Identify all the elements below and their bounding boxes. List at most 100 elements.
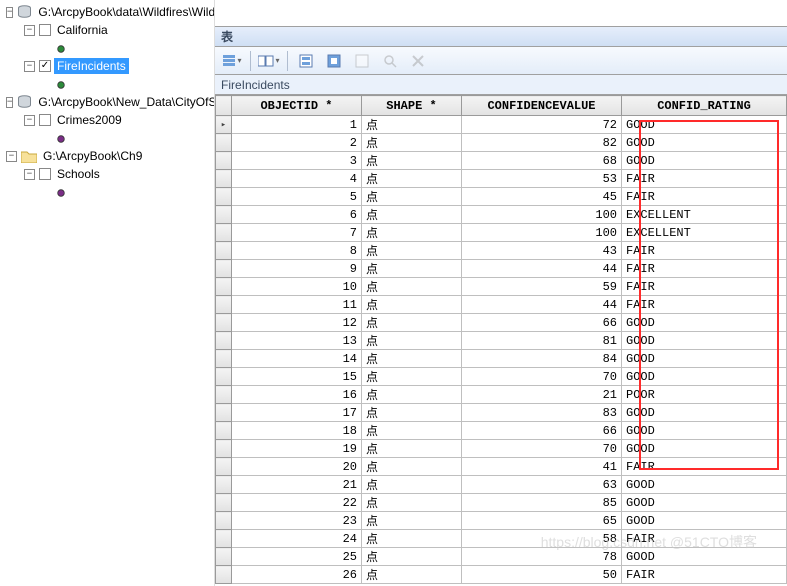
row-selector[interactable]	[216, 332, 232, 350]
cell-objectid[interactable]: 8	[232, 242, 362, 260]
cell-confid-rating[interactable]: FAIR	[622, 278, 787, 296]
cell-confidencevalue[interactable]: 81	[462, 332, 622, 350]
cell-shape[interactable]: 点	[362, 260, 462, 278]
cell-confidencevalue[interactable]: 83	[462, 404, 622, 422]
row-selector[interactable]: ▸	[216, 116, 232, 134]
cell-objectid[interactable]: 16	[232, 386, 362, 404]
cell-confidencevalue[interactable]: 84	[462, 350, 622, 368]
cell-shape[interactable]: 点	[362, 368, 462, 386]
toc-layer[interactable]: −Crimes2009	[0, 111, 214, 129]
expand-toggle[interactable]: −	[24, 61, 35, 72]
toc-layer-label[interactable]: FireIncidents	[54, 58, 129, 74]
cell-objectid[interactable]: 24	[232, 530, 362, 548]
zoom-selected-button[interactable]	[377, 50, 403, 72]
table-row[interactable]: 6点100EXCELLENT	[216, 206, 787, 224]
toc-layer-label[interactable]: Crimes2009	[54, 112, 125, 128]
cell-objectid[interactable]: 6	[232, 206, 362, 224]
cell-objectid[interactable]: 4	[232, 170, 362, 188]
row-selector-header[interactable]	[216, 96, 232, 116]
table-row[interactable]: 16点21POOR	[216, 386, 787, 404]
table-row[interactable]: 10点59FAIR	[216, 278, 787, 296]
cell-confidencevalue[interactable]: 50	[462, 566, 622, 584]
expand-toggle[interactable]: −	[6, 151, 17, 162]
cell-confid-rating[interactable]: GOOD	[622, 332, 787, 350]
related-tables-button[interactable]	[256, 50, 282, 72]
cell-objectid[interactable]: 23	[232, 512, 362, 530]
row-selector[interactable]	[216, 314, 232, 332]
cell-confidencevalue[interactable]: 41	[462, 458, 622, 476]
cell-objectid[interactable]: 7	[232, 224, 362, 242]
cell-shape[interactable]: 点	[362, 224, 462, 242]
table-row[interactable]: 24点58FAIR	[216, 530, 787, 548]
cell-confid-rating[interactable]: EXCELLENT	[622, 224, 787, 242]
cell-confidencevalue[interactable]: 44	[462, 260, 622, 278]
table-row[interactable]: 23点65GOOD	[216, 512, 787, 530]
cell-shape[interactable]: 点	[362, 530, 462, 548]
cell-confidencevalue[interactable]: 53	[462, 170, 622, 188]
toc-group[interactable]: −G:\ArcpyBook\Ch9	[0, 147, 214, 165]
cell-shape[interactable]: 点	[362, 116, 462, 134]
table-options-menu[interactable]	[219, 50, 245, 72]
expand-toggle[interactable]: −	[24, 169, 35, 180]
cell-objectid[interactable]: 11	[232, 296, 362, 314]
cell-confidencevalue[interactable]: 45	[462, 188, 622, 206]
table-row[interactable]: 9点44FAIR	[216, 260, 787, 278]
cell-objectid[interactable]: 22	[232, 494, 362, 512]
cell-shape[interactable]: 点	[362, 170, 462, 188]
row-selector[interactable]	[216, 512, 232, 530]
toc-group[interactable]: −G:\ArcpyBook\data\Wildfires\WildlandFir…	[0, 3, 214, 21]
expand-toggle[interactable]: −	[24, 25, 35, 36]
cell-confidencevalue[interactable]: 59	[462, 278, 622, 296]
cell-confidencevalue[interactable]: 43	[462, 242, 622, 260]
cell-confid-rating[interactable]: FAIR	[622, 188, 787, 206]
cell-shape[interactable]: 点	[362, 152, 462, 170]
cell-confid-rating[interactable]: FAIR	[622, 566, 787, 584]
cell-shape[interactable]: 点	[362, 314, 462, 332]
cell-objectid[interactable]: 19	[232, 440, 362, 458]
cell-shape[interactable]: 点	[362, 458, 462, 476]
cell-confidencevalue[interactable]: 78	[462, 548, 622, 566]
delete-selected-button[interactable]	[405, 50, 431, 72]
cell-objectid[interactable]: 10	[232, 278, 362, 296]
cell-objectid[interactable]: 26	[232, 566, 362, 584]
cell-confid-rating[interactable]: GOOD	[622, 152, 787, 170]
row-selector[interactable]	[216, 530, 232, 548]
cell-confid-rating[interactable]: GOOD	[622, 512, 787, 530]
row-selector[interactable]	[216, 278, 232, 296]
row-selector[interactable]	[216, 152, 232, 170]
row-selector[interactable]	[216, 206, 232, 224]
table-row[interactable]: 4点53FAIR	[216, 170, 787, 188]
row-selector[interactable]	[216, 260, 232, 278]
cell-confidencevalue[interactable]: 44	[462, 296, 622, 314]
cell-shape[interactable]: 点	[362, 404, 462, 422]
cell-shape[interactable]: 点	[362, 512, 462, 530]
row-selector[interactable]	[216, 548, 232, 566]
row-selector[interactable]	[216, 134, 232, 152]
cell-shape[interactable]: 点	[362, 134, 462, 152]
table-row[interactable]: 13点81GOOD	[216, 332, 787, 350]
cell-confid-rating[interactable]: GOOD	[622, 314, 787, 332]
cell-confid-rating[interactable]: FAIR	[622, 458, 787, 476]
cell-confid-rating[interactable]: GOOD	[622, 368, 787, 386]
table-row[interactable]: 11点44FAIR	[216, 296, 787, 314]
cell-shape[interactable]: 点	[362, 188, 462, 206]
cell-confidencevalue[interactable]: 70	[462, 368, 622, 386]
cell-objectid[interactable]: 9	[232, 260, 362, 278]
cell-confidencevalue[interactable]: 82	[462, 134, 622, 152]
cell-confid-rating[interactable]: FAIR	[622, 242, 787, 260]
cell-shape[interactable]: 点	[362, 548, 462, 566]
table-row[interactable]: 12点66GOOD	[216, 314, 787, 332]
cell-confidencevalue[interactable]: 58	[462, 530, 622, 548]
column-header-confidencevalue[interactable]: CONFIDENCEVALUE	[462, 96, 622, 116]
table-row[interactable]: 26点50FAIR	[216, 566, 787, 584]
cell-objectid[interactable]: 3	[232, 152, 362, 170]
cell-shape[interactable]: 点	[362, 350, 462, 368]
cell-confidencevalue[interactable]: 21	[462, 386, 622, 404]
row-selector[interactable]	[216, 386, 232, 404]
cell-shape[interactable]: 点	[362, 332, 462, 350]
table-row[interactable]: 8点43FAIR	[216, 242, 787, 260]
table-row[interactable]: 2点82GOOD	[216, 134, 787, 152]
cell-confid-rating[interactable]: GOOD	[622, 134, 787, 152]
cell-objectid[interactable]: 5	[232, 188, 362, 206]
table-row[interactable]: 19点70GOOD	[216, 440, 787, 458]
